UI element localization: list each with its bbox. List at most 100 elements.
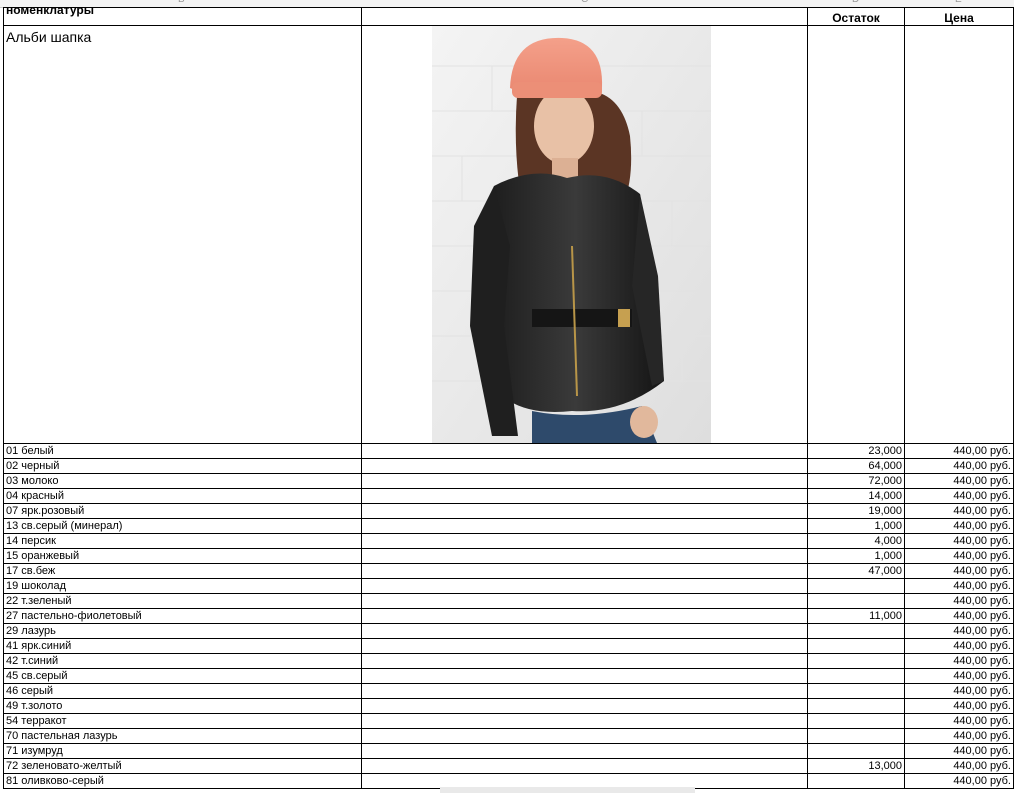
variant-name-cell[interactable]: 29 лазурь (3, 623, 362, 639)
stock-cell[interactable]: 1,000 (807, 548, 905, 564)
stock-cell[interactable] (807, 683, 905, 699)
variant-name-cell[interactable]: 02 черный (3, 458, 362, 474)
price-cell[interactable]: 440,00 руб. (904, 773, 1014, 789)
price-cell[interactable]: 440,00 руб. (904, 743, 1014, 759)
image-column-cell[interactable] (361, 533, 808, 549)
image-column-cell[interactable] (361, 593, 808, 609)
variant-name-cell[interactable]: 72 зеленовато-желтый (3, 758, 362, 774)
price-cell[interactable]: 440,00 руб. (904, 548, 1014, 564)
image-column-cell[interactable] (361, 563, 808, 579)
stock-cell[interactable] (807, 638, 905, 654)
price-cell[interactable]: 440,00 руб. (904, 458, 1014, 474)
stock-cell[interactable]: 13,000 (807, 758, 905, 774)
image-column-cell[interactable] (361, 698, 808, 714)
product-name-cell[interactable]: Альби шапка (3, 25, 362, 444)
price-cell[interactable]: 440,00 руб. (904, 593, 1014, 609)
variant-name-cell[interactable]: 81 оливково-серый (3, 773, 362, 789)
stock-cell[interactable] (807, 578, 905, 594)
stock-cell[interactable]: 47,000 (807, 563, 905, 579)
stock-cell[interactable]: 4,000 (807, 533, 905, 549)
image-column-cell[interactable] (361, 458, 808, 474)
header-name-cell[interactable]: номенклатуры (3, 7, 362, 26)
image-column-cell[interactable] (361, 713, 808, 729)
image-column-cell[interactable] (361, 668, 808, 684)
variant-name-cell[interactable]: 45 св.серый (3, 668, 362, 684)
stock-cell[interactable]: 72,000 (807, 473, 905, 489)
stock-cell[interactable] (807, 743, 905, 759)
price-cell[interactable]: 440,00 руб. (904, 623, 1014, 639)
stock-cell[interactable] (807, 623, 905, 639)
image-column-cell[interactable] (361, 473, 808, 489)
variant-name-cell[interactable]: 42 т.синий (3, 653, 362, 669)
stock-cell[interactable]: 19,000 (807, 503, 905, 519)
image-column-cell[interactable] (361, 503, 808, 519)
variant-name-cell[interactable]: 07 ярк.розовый (3, 503, 362, 519)
product-photo[interactable] (432, 26, 711, 443)
variant-name-cell[interactable]: 14 персик (3, 533, 362, 549)
product-stock-cell[interactable] (807, 25, 905, 444)
price-cell[interactable]: 440,00 руб. (904, 728, 1014, 744)
image-column-cell[interactable] (361, 623, 808, 639)
image-column-cell[interactable] (361, 683, 808, 699)
column-letter-b[interactable]: B (178, 0, 185, 5)
stock-cell[interactable] (807, 593, 905, 609)
stock-cell[interactable] (807, 668, 905, 684)
variant-name-cell[interactable]: 22 т.зеленый (3, 593, 362, 609)
price-cell[interactable]: 440,00 руб. (904, 638, 1014, 654)
stock-cell[interactable] (807, 653, 905, 669)
stock-cell[interactable]: 1,000 (807, 518, 905, 534)
image-column-cell[interactable] (361, 728, 808, 744)
variant-name-cell[interactable]: 27 пастельно-фиолетовый (3, 608, 362, 624)
image-column-cell[interactable] (361, 653, 808, 669)
variant-name-cell[interactable]: 70 пастельная лазурь (3, 728, 362, 744)
variant-name-cell[interactable]: 03 молоко (3, 473, 362, 489)
variant-name-cell[interactable]: 41 ярк.синий (3, 638, 362, 654)
header-image-cell[interactable] (361, 7, 808, 26)
variant-name-cell[interactable]: 54 терракот (3, 713, 362, 729)
image-column-cell[interactable] (361, 743, 808, 759)
variant-name-cell[interactable]: 15 оранжевый (3, 548, 362, 564)
price-cell[interactable]: 440,00 руб. (904, 653, 1014, 669)
variant-name-cell[interactable]: 17 св.беж (3, 563, 362, 579)
image-column-cell[interactable] (361, 608, 808, 624)
variant-name-cell[interactable]: 19 шоколад (3, 578, 362, 594)
image-column-cell[interactable] (361, 488, 808, 504)
price-cell[interactable]: 440,00 руб. (904, 488, 1014, 504)
variant-name-cell[interactable]: 04 красный (3, 488, 362, 504)
product-price-cell[interactable] (904, 25, 1014, 444)
stock-cell[interactable]: 11,000 (807, 608, 905, 624)
variant-name-cell[interactable]: 49 т.золото (3, 698, 362, 714)
price-cell[interactable]: 440,00 руб. (904, 668, 1014, 684)
stock-cell[interactable] (807, 728, 905, 744)
stock-cell[interactable]: 64,000 (807, 458, 905, 474)
next-product-photo-edge[interactable] (440, 787, 695, 793)
variant-name-cell[interactable]: 13 св.серый (минерал) (3, 518, 362, 534)
price-cell[interactable]: 440,00 руб. (904, 533, 1014, 549)
stock-cell[interactable]: 14,000 (807, 488, 905, 504)
price-cell[interactable]: 440,00 руб. (904, 518, 1014, 534)
price-cell[interactable]: 440,00 руб. (904, 713, 1014, 729)
price-cell[interactable]: 440,00 руб. (904, 578, 1014, 594)
stock-cell[interactable] (807, 713, 905, 729)
image-column-cell[interactable] (361, 518, 808, 534)
stock-cell[interactable]: 23,000 (807, 443, 905, 459)
variant-name-cell[interactable]: 01 белый (3, 443, 362, 459)
price-cell[interactable]: 440,00 руб. (904, 563, 1014, 579)
image-column-cell[interactable] (361, 758, 808, 774)
header-stock-cell[interactable]: Остаток (807, 7, 905, 26)
column-letter-c[interactable]: C (581, 0, 588, 5)
price-cell[interactable]: 440,00 руб. (904, 503, 1014, 519)
price-cell[interactable]: 440,00 руб. (904, 683, 1014, 699)
image-column-cell[interactable] (361, 578, 808, 594)
variant-name-cell[interactable]: 71 изумруд (3, 743, 362, 759)
image-column-cell[interactable] (361, 548, 808, 564)
price-cell[interactable]: 440,00 руб. (904, 758, 1014, 774)
stock-cell[interactable] (807, 773, 905, 789)
price-cell[interactable]: 440,00 руб. (904, 443, 1014, 459)
price-cell[interactable]: 440,00 руб. (904, 608, 1014, 624)
image-column-cell[interactable] (361, 638, 808, 654)
price-cell[interactable]: 440,00 руб. (904, 698, 1014, 714)
stock-cell[interactable] (807, 698, 905, 714)
column-letter-e[interactable]: E (955, 0, 962, 5)
column-letter-d[interactable]: D (852, 0, 859, 5)
